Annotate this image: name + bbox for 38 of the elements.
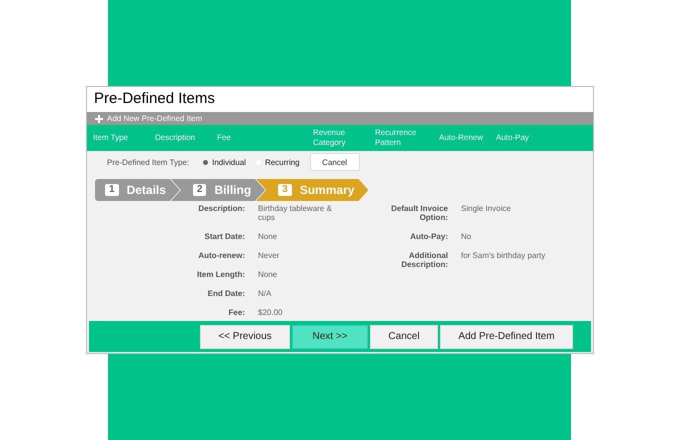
window-title: Pre-Defined Items — [87, 87, 593, 112]
column-header: Recurrence Pattern — [375, 128, 418, 148]
column-header: Auto-Renew — [439, 133, 484, 143]
field-label: Fee: — [228, 308, 245, 317]
cancel-button[interactable]: Cancel — [310, 153, 360, 171]
field-value: None — [258, 232, 278, 241]
plus-icon — [95, 114, 103, 122]
footer-button[interactable]: Cancel — [370, 324, 438, 348]
footer-button[interactable]: Add Pre-Defined Item — [440, 324, 573, 348]
field-label: Description: — [197, 204, 245, 215]
field-label: Auto-renew: — [197, 251, 245, 260]
field-value: Never — [258, 251, 280, 260]
add-item-label: Add New Pre-Defined Item — [107, 114, 202, 123]
column-header: Auto-Pay — [496, 133, 530, 143]
footer-button[interactable]: << Previous — [200, 324, 290, 348]
field-value: Single Invoice — [461, 204, 512, 215]
field-label: Item Length: — [196, 270, 245, 279]
field-value: N/A — [258, 289, 272, 298]
field-value: for Sam's birthday party — [461, 251, 546, 262]
footer-button[interactable]: Next >> — [292, 324, 368, 348]
field-label: Default Invoice Option: — [390, 204, 448, 222]
field-label: Start Date: — [204, 232, 245, 241]
item-type-label: Pre-Defined Item Type: — [107, 158, 190, 166]
radio-option[interactable]: Individual — [203, 158, 246, 166]
column-header: Revenue Category — [313, 128, 346, 148]
step-tab[interactable]: 1 Details — [95, 179, 180, 201]
field-value: Birthday tableware & cups — [258, 204, 333, 222]
field-value: None — [258, 270, 278, 279]
step-tab[interactable]: 2 Billing — [170, 179, 266, 201]
radio-option[interactable]: Recurring — [256, 158, 300, 166]
field-label: Additional Description: — [400, 251, 448, 269]
field-value: No — [461, 232, 472, 241]
field-label: Auto-Pay: — [409, 232, 448, 241]
column-header: Fee — [217, 133, 232, 143]
field-value: $20.00 — [258, 308, 284, 317]
field-label: End Date: — [206, 289, 245, 298]
column-header: Item Type — [93, 133, 129, 143]
column-header: Description — [155, 133, 196, 143]
